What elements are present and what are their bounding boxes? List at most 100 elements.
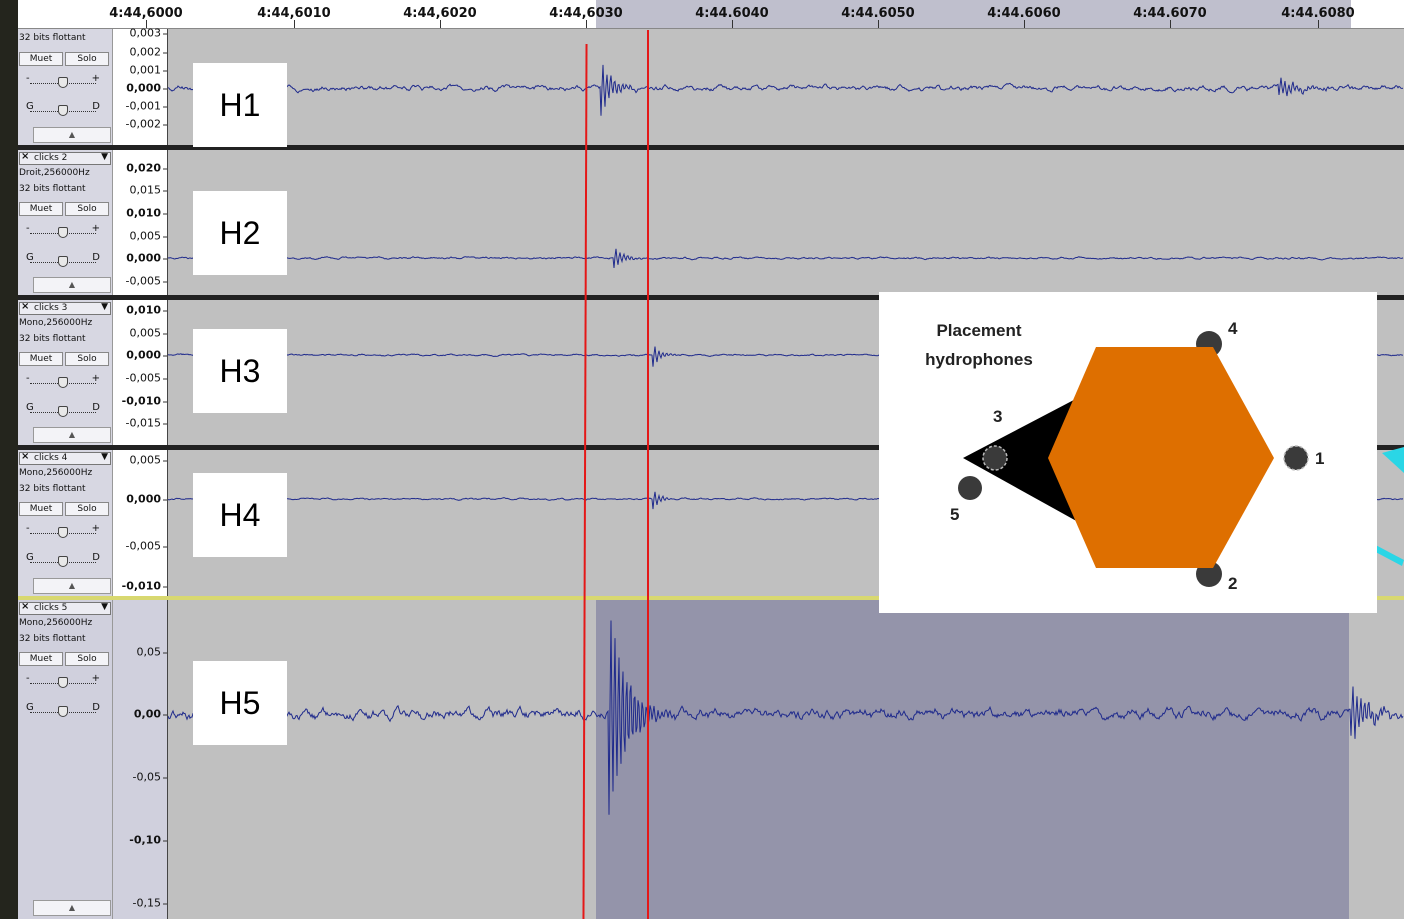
hydrophone-label-2: 2 (1228, 574, 1237, 593)
pan-slider[interactable]: GD (26, 252, 100, 268)
pan-slider[interactable]: GD (26, 552, 100, 568)
amplitude-ruler: 0,020 0,015 0,010 0,005 0,000 -0,005 (113, 150, 168, 295)
amplitude-label: 0,002 (129, 45, 167, 59)
gain-slider[interactable]: - + (26, 523, 100, 539)
solo-button[interactable]: Solo (65, 502, 109, 516)
amplitude-label: -0,15 (132, 896, 168, 910)
timeline-ruler[interactable]: 4:44,6000 4:44,6010 4:44,6020 4:44,6030 … (18, 0, 1404, 29)
mute-button[interactable]: Muet (19, 52, 63, 66)
gain-slider[interactable]: - + (26, 73, 100, 89)
amplitude-label: 0,05 (136, 645, 167, 659)
amplitude-label: 0,000 (126, 348, 167, 362)
hydrophone-label-h3: H3 (193, 329, 287, 413)
track-name-menu[interactable]: × clicks 5 ▼ (19, 601, 111, 615)
hydrophone-label-h5: H5 (193, 661, 287, 745)
amplitude-label: -0,002 (125, 117, 168, 131)
track-name-menu[interactable]: × clicks 4 ▼ (19, 451, 111, 465)
track-name-menu[interactable]: × clicks 2 ▼ (19, 151, 111, 165)
dropdown-arrow-icon[interactable]: ▼ (101, 152, 108, 162)
hydrophone-5-sensor (958, 476, 982, 500)
amplitude-label: -0,005 (125, 274, 168, 288)
cyan-arrow-icon (1382, 447, 1404, 473)
hydrophone-label-1: 1 (1315, 449, 1324, 468)
solo-button[interactable]: Solo (65, 52, 109, 66)
close-track-icon[interactable]: × (21, 451, 29, 462)
collapse-track-button[interactable]: ▲ (33, 427, 111, 443)
hydrophone-label-h4: H4 (193, 473, 287, 557)
collapse-track-button[interactable]: ▲ (33, 900, 111, 916)
ruler-tick-label: 4:44.6040 (695, 6, 769, 21)
amplitude-label: 0,005 (129, 326, 167, 340)
track-name-menu[interactable]: × clicks 3 ▼ (19, 301, 111, 315)
waveform-area[interactable] (168, 600, 1404, 919)
gain-slider[interactable]: - + (26, 223, 100, 239)
ruler-tick-label: 4:44,6010 (257, 6, 331, 21)
pan-slider[interactable]: GD (26, 702, 100, 718)
ruler-tick-label: 4:44.6080 (1281, 6, 1355, 21)
hydrophone-label-3: 3 (993, 407, 1002, 426)
amplitude-ruler: 0,010 0,005 0,000 -0,005 -0,010 -0,015 (113, 300, 168, 445)
hexagon-housing-shape (1048, 347, 1274, 568)
hydrophone-label-h2: H2 (193, 191, 287, 275)
solo-button[interactable]: Solo (65, 202, 109, 216)
close-track-icon[interactable]: × (21, 601, 29, 612)
waveform-area[interactable] (168, 150, 1404, 295)
close-track-icon[interactable]: × (21, 151, 29, 162)
waveform-trace (168, 248, 1404, 269)
ruler-tick-label: 4:44,6000 (109, 6, 183, 21)
close-track-icon[interactable]: × (21, 301, 29, 312)
dropdown-arrow-icon[interactable]: ▼ (101, 452, 108, 462)
ruler-tick-label: 4:44.6060 (987, 6, 1061, 21)
amplitude-label: 0,000 (126, 81, 167, 95)
hydrophone-label-4: 4 (1228, 319, 1238, 338)
amplitude-label: -0,10 (129, 833, 167, 847)
amplitude-label: 0,010 (126, 206, 167, 220)
gain-slider[interactable]: - + (26, 373, 100, 389)
amplitude-label: -0,005 (125, 371, 168, 385)
amplitude-label: -0,05 (132, 770, 168, 784)
amplitude-label: 0,000 (126, 251, 167, 265)
amplitude-label: 0,020 (126, 161, 167, 175)
track-control-panel: × clicks 3 ▼ Mono,256000Hz 32 bits flottan… (18, 300, 113, 445)
gain-slider[interactable]: - + (26, 673, 100, 689)
audacity-window: 4:44,6000 4:44,6010 4:44,6020 4:44,6030 … (0, 0, 1404, 919)
amplitude-label: 0,003 (129, 26, 167, 40)
solo-button[interactable]: Solo (65, 352, 109, 366)
mute-button[interactable]: Muet (19, 652, 63, 666)
amplitude-label: 0,001 (129, 63, 167, 77)
dropdown-arrow-icon[interactable]: ▼ (101, 602, 108, 612)
track-control-panel: × clicks 4 ▼ Mono,256000Hz 32 bits flottan… (18, 450, 113, 596)
desktop-panel-strip (0, 0, 18, 919)
mute-button[interactable]: Muet (19, 502, 63, 516)
track-format: 32 bits flottant (19, 484, 86, 494)
pan-slider[interactable]: GD (26, 101, 100, 117)
waveform-trace (168, 620, 1404, 815)
collapse-track-button[interactable]: ▲ (33, 277, 111, 293)
amplitude-label: 0,015 (129, 183, 167, 197)
dropdown-arrow-icon[interactable]: ▼ (101, 302, 108, 312)
pan-slider[interactable]: GD (26, 402, 100, 418)
ruler-tick-label: 4:44,6030 (549, 6, 623, 21)
amplitude-label: 0,010 (126, 303, 167, 317)
waveform-area[interactable] (168, 29, 1404, 145)
track-info: Droit,256000Hz (19, 168, 90, 178)
hydrophone-label-5: 5 (950, 505, 959, 524)
amplitude-label: -0,001 (125, 99, 168, 113)
track-control-panel: × clicks 2 ▼ Droit,256000Hz 32 bits flotta… (18, 150, 113, 295)
amplitude-label: 0,00 (133, 707, 168, 721)
amplitude-label: -0,010 (121, 394, 168, 408)
mute-button[interactable]: Muet (19, 352, 63, 366)
collapse-track-button[interactable]: ▲ (33, 127, 111, 143)
collapse-track-button[interactable]: ▲ (33, 578, 111, 594)
track-control-panel: 32 bits flottant Muet Solo - + GD ▲ (18, 29, 113, 145)
track-format: 32 bits flottant (19, 33, 86, 43)
ruler-tick-label: 4:44.6070 (1133, 6, 1207, 21)
track-info: Mono,256000Hz (19, 468, 93, 478)
waveform-trace (168, 64, 1404, 116)
amplitude-label: -0,005 (125, 539, 168, 553)
solo-button[interactable]: Solo (65, 652, 109, 666)
time-marker-line (647, 30, 649, 919)
track-5: × clicks 5 ▼ Mono,256000Hz 32 bits flottan… (18, 600, 1404, 919)
hydrophone-1-sensor (1283, 445, 1309, 471)
mute-button[interactable]: Muet (19, 202, 63, 216)
